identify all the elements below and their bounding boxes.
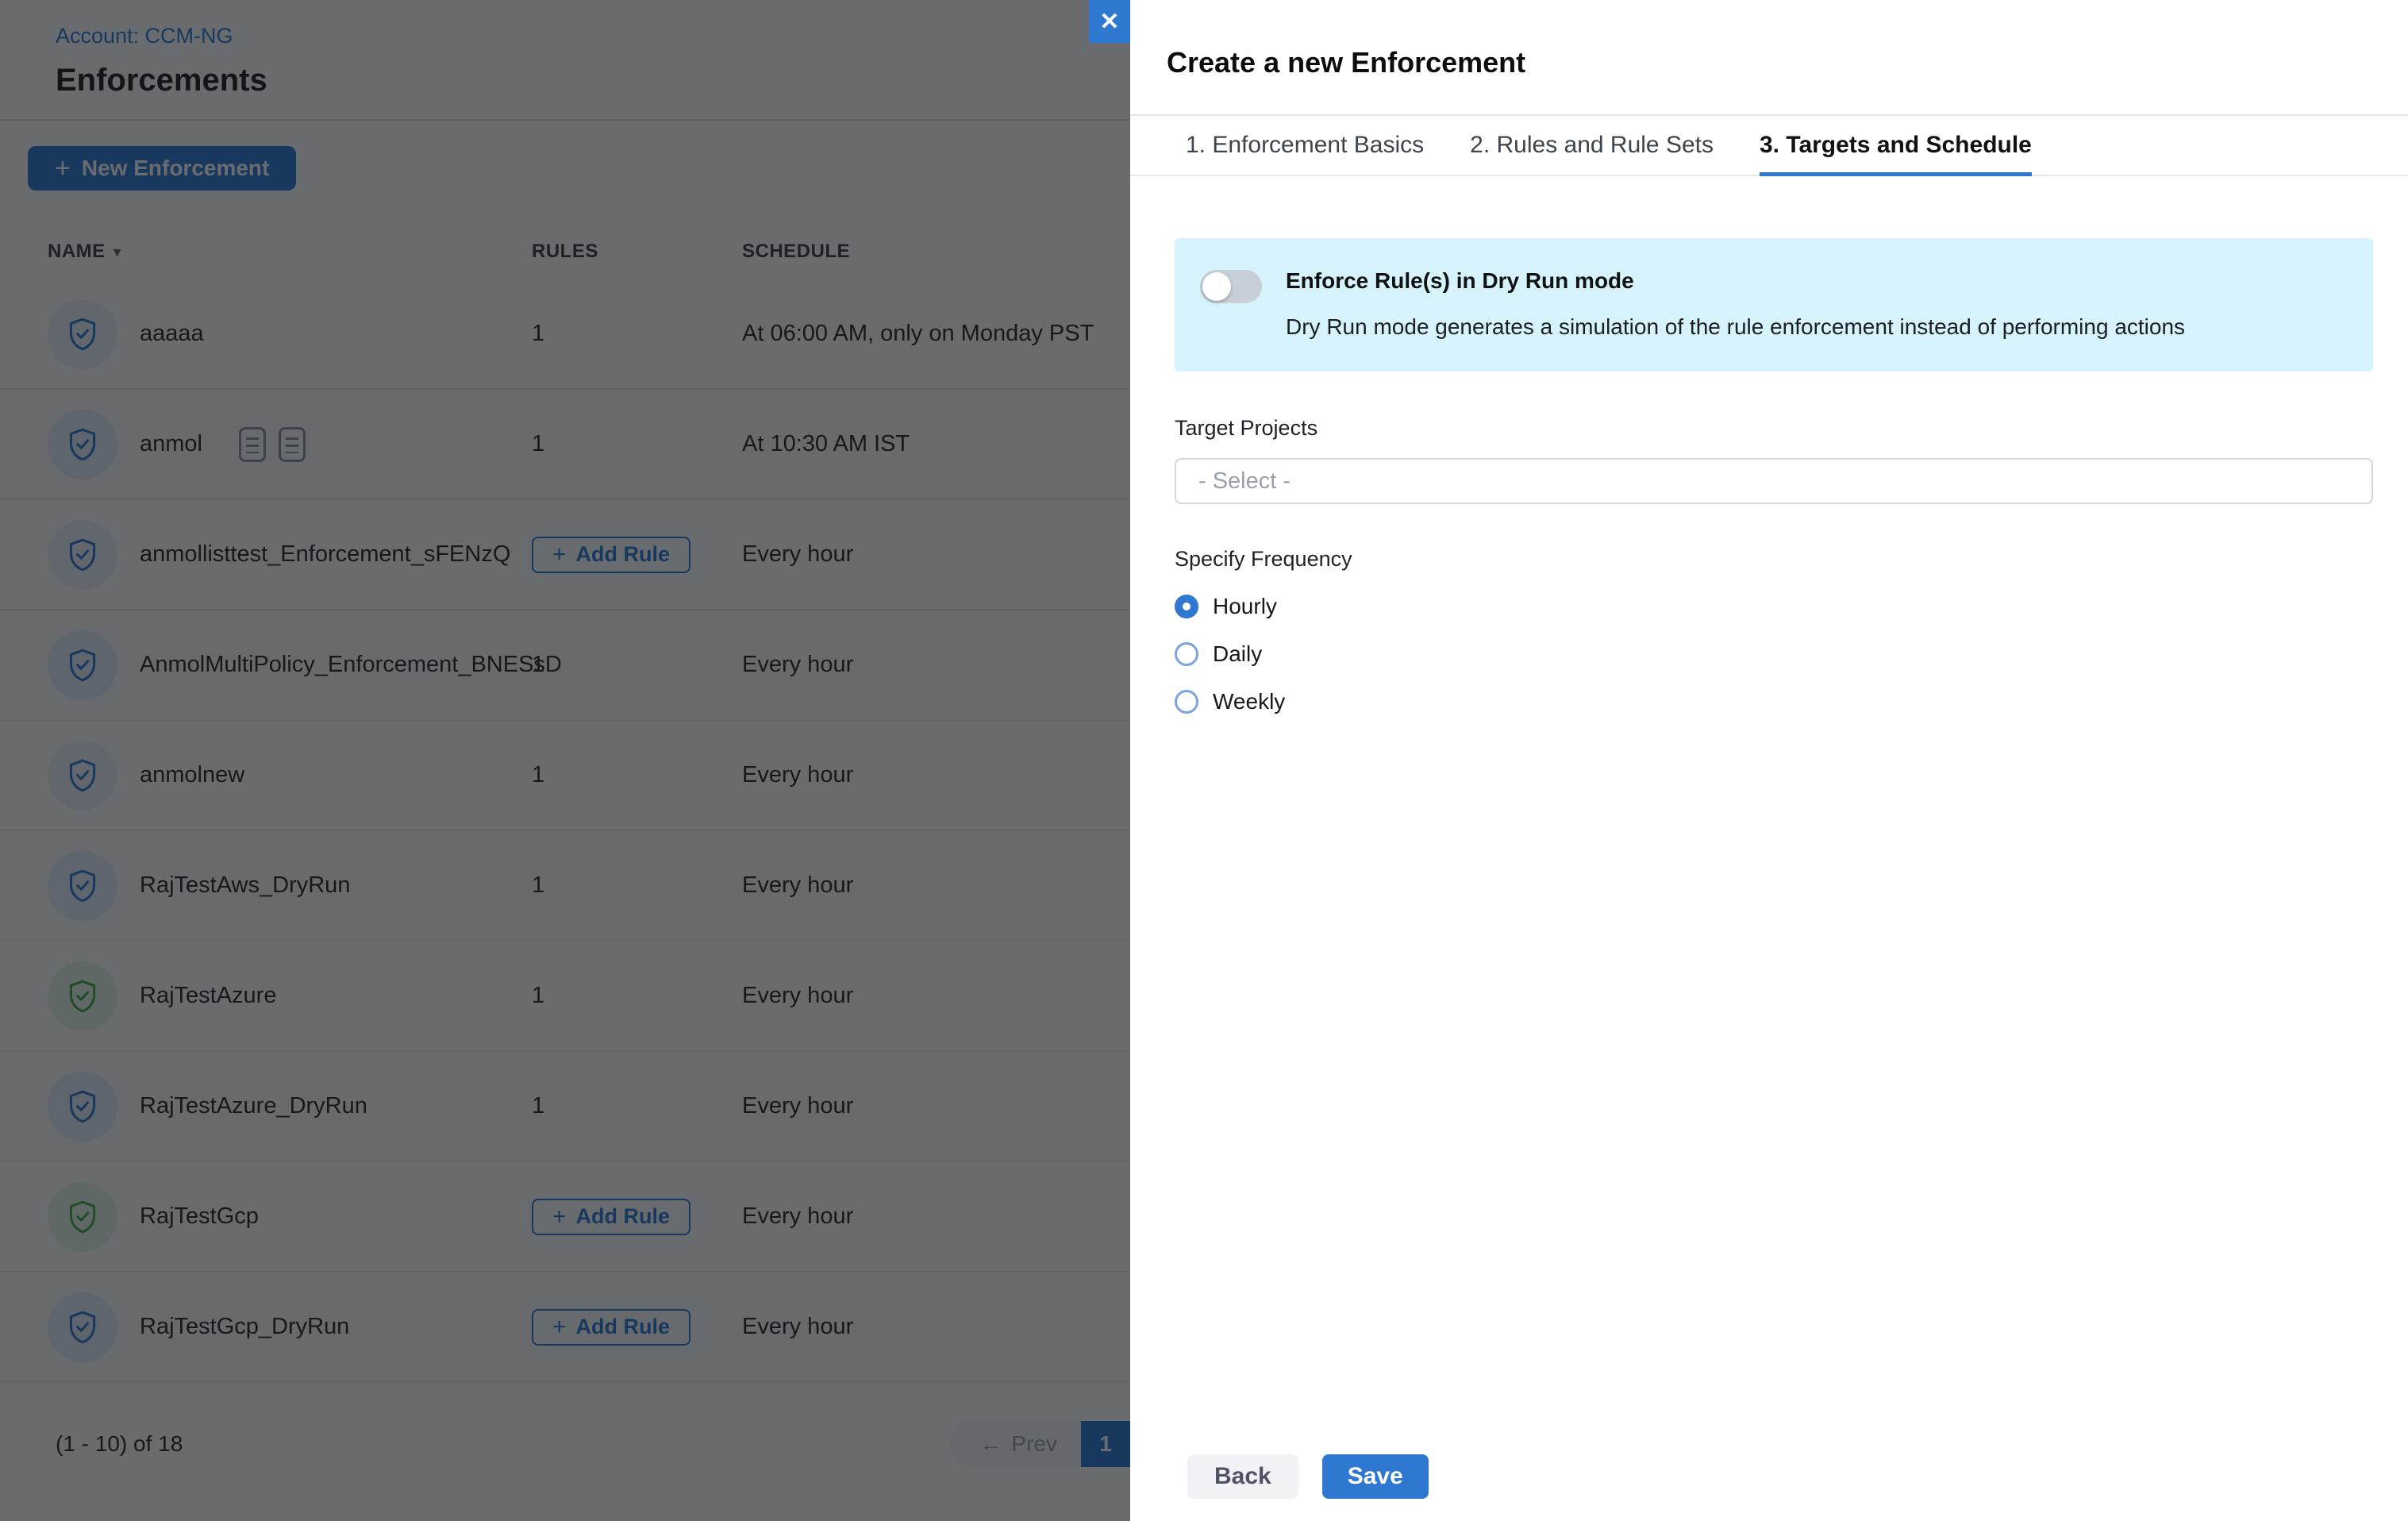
specify-frequency-label: Specify Frequency [1175, 547, 2373, 572]
drawer-footer: Back Save [1130, 1454, 1429, 1499]
drawer-content: Enforce Rule(s) in Dry Run mode Dry Run … [1130, 176, 2408, 714]
create-enforcement-drawer: ✕ Create a new Enforcement 1. Enforcemen… [1130, 0, 2408, 1521]
radio-label: Daily [1213, 641, 1262, 667]
dry-run-toggle[interactable] [1200, 270, 1262, 303]
tab-3[interactable]: 3. Targets and Schedule [1760, 116, 2032, 175]
save-button[interactable]: Save [1322, 1454, 1429, 1499]
close-icon[interactable]: ✕ [1089, 0, 1130, 43]
radio-icon[interactable] [1175, 642, 1198, 666]
back-button[interactable]: Back [1187, 1454, 1298, 1499]
app-window: Account: CCM-NG Enforcements + New Enfor… [0, 0, 2408, 1521]
tab-1[interactable]: 1. Enforcement Basics [1186, 116, 1424, 175]
dry-run-description: Dry Run mode generates a simulation of t… [1286, 314, 2185, 340]
radio-option-weekly[interactable]: Weekly [1175, 689, 2373, 714]
toggle-knob [1202, 272, 1231, 301]
dry-run-text: Enforce Rule(s) in Dry Run mode Dry Run … [1286, 268, 2185, 340]
drawer-tabbar: 1. Enforcement Basics 2. Rules and Rule S… [1130, 114, 2408, 176]
frequency-radio-group: Hourly Daily Weekly [1175, 594, 2373, 714]
radio-icon[interactable] [1175, 690, 1198, 714]
radio-label: Hourly [1213, 594, 1277, 619]
radio-label: Weekly [1213, 689, 1285, 714]
target-projects-label: Target Projects [1175, 416, 2373, 441]
radio-option-daily[interactable]: Daily [1175, 641, 2373, 667]
radio-option-hourly[interactable]: Hourly [1175, 594, 2373, 619]
dry-run-title: Enforce Rule(s) in Dry Run mode [1286, 268, 2185, 294]
tab-2[interactable]: 2. Rules and Rule Sets [1470, 116, 1714, 175]
dry-run-info-box: Enforce Rule(s) in Dry Run mode Dry Run … [1175, 238, 2373, 372]
drawer-title: Create a new Enforcement [1130, 0, 2408, 79]
target-projects-select[interactable] [1175, 458, 2373, 504]
radio-icon[interactable] [1175, 595, 1198, 618]
